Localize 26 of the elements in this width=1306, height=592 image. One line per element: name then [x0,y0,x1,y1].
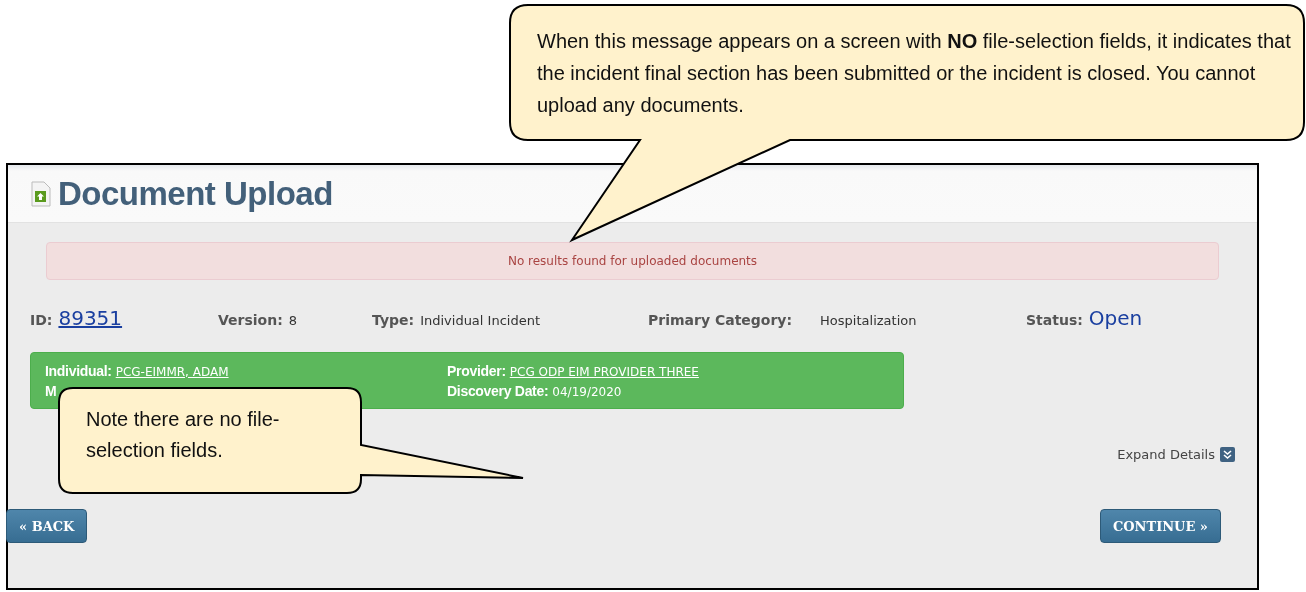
field-label: Primary Category: [648,312,793,328]
expand-details-link[interactable]: Expand Details [1117,447,1215,462]
banner-label: M [45,382,57,399]
page-title: Document Upload [58,174,333,213]
field-label: Type: [372,312,415,328]
back-button[interactable]: « BACK [6,509,88,543]
field-label: ID: [30,312,53,328]
banner-label: Provider: [447,362,506,379]
callout-text: When this message appears on a screen with NO file-selection fields, it indicates that the incident final section has been submitted or the incident is closed. You cannot upload any documents. [537,29,1292,118]
callout-text: Note there are no file-selection fields. [86,407,281,463]
alert-message: No results found for uploaded documents [46,242,1219,280]
document-upload-icon [30,180,52,207]
status-value: Open [1088,306,1143,330]
continue-button[interactable]: CONTINUE » [1099,509,1221,543]
field-value: 8 [288,313,298,328]
banner-label: Individual: [45,362,112,379]
field-value: Individual Incident [420,313,540,328]
banner-link[interactable]: PCG ODP EIM PROVIDER THREE [509,364,699,379]
field-value: Hospitalization [820,313,917,328]
field-label: Status: [1026,312,1083,328]
double-chevron-down-icon[interactable] [1220,447,1235,462]
id-link[interactable]: 89351 [58,306,123,330]
banner-link[interactable]: PCG-EIMMR, ADAM [115,364,229,379]
banner-label: Discovery Date: [447,382,549,399]
banner-value: 04/19/2020 [552,384,622,399]
field-label: Version: [218,312,283,328]
